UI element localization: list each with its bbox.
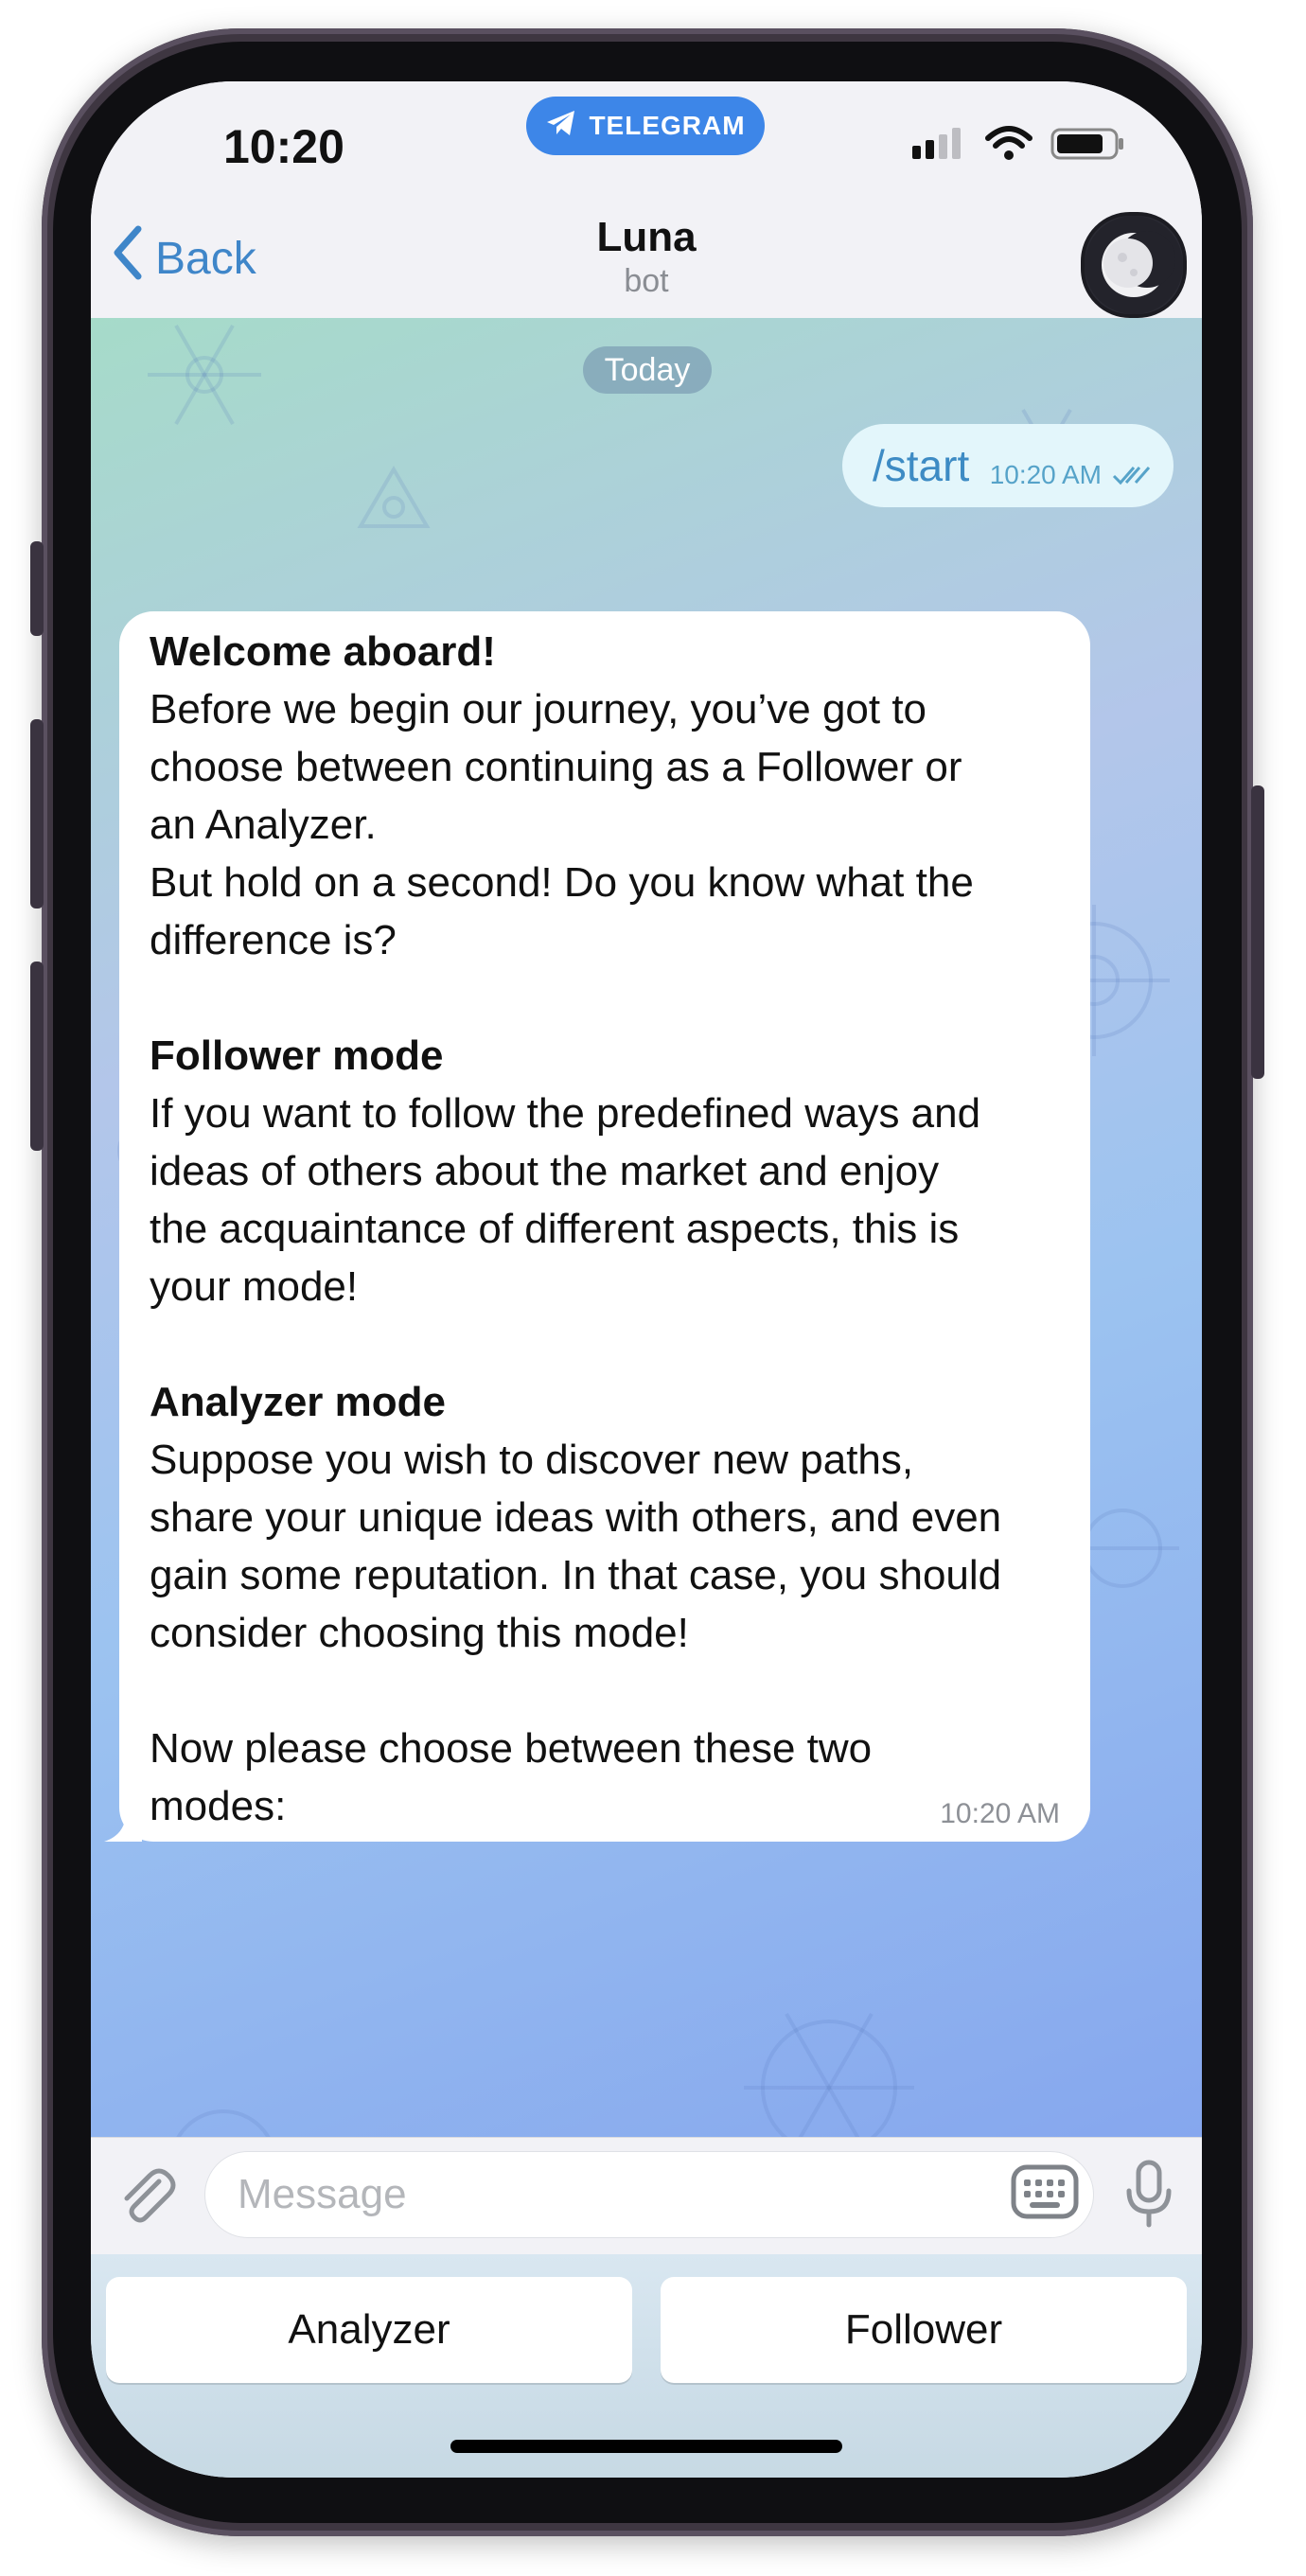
telegram-badge[interactable]: TELEGRAM [526, 97, 765, 155]
incoming-message[interactable]: Welcome aboard! Before we begin our journ… [119, 611, 1090, 1842]
status-time: 10:20 [223, 120, 344, 173]
message-line: Before we begin our journey, you’ve got … [150, 686, 927, 732]
incoming-message-body: Welcome aboard! Before we begin our journ… [150, 623, 1060, 1835]
phone-side-button [30, 541, 44, 636]
composer-bar [91, 2137, 1202, 2255]
chat-background: Today /start 10:20 AM Welcome aboard! Bef… [91, 318, 1202, 2137]
message-line: Suppose you wish to discover new paths, [150, 1437, 914, 1483]
telegram-plane-icon [545, 109, 577, 144]
outgoing-message-time: 10:20 AM [989, 460, 1102, 489]
microphone-icon[interactable] [1122, 2159, 1175, 2235]
message-line: an Analyzer. [150, 802, 377, 848]
home-indicator[interactable] [450, 2440, 842, 2453]
message-line: share your unique ideas with others, and… [150, 1494, 1002, 1541]
message-line [150, 1662, 1060, 1720]
screen: 10:20 TELEGRAM Back Luna bot Today /star… [91, 81, 1202, 2478]
message-line: If you want to follow the predefined way… [150, 1090, 981, 1137]
message-line: your mode! [150, 1263, 359, 1310]
signal-icon [910, 125, 967, 168]
bot-avatar[interactable] [1081, 212, 1187, 318]
analyzer-button[interactable]: Analyzer [106, 2277, 632, 2383]
message-line [150, 1315, 1060, 1373]
chat-title: Luna [596, 214, 697, 260]
message-heading: Analyzer mode [150, 1379, 446, 1425]
message-heading: Follower mode [150, 1032, 444, 1079]
message-line [150, 969, 1060, 1027]
wifi-icon [984, 125, 1033, 168]
paperclip-icon[interactable] [115, 2164, 180, 2233]
message-line: choose between continuing as a Follower … [150, 744, 962, 790]
phone-side-button [30, 962, 44, 1151]
message-line: modes: [150, 1783, 287, 1829]
message-line: difference is? [150, 917, 397, 963]
status-bar: 10:20 TELEGRAM [91, 81, 1202, 204]
keyboard-icon[interactable] [1011, 2164, 1079, 2224]
phone-side-button [1251, 785, 1264, 1079]
outgoing-message-text: /start [873, 441, 970, 490]
incoming-message-time: 10:20 AM [940, 1798, 1060, 1829]
message-heading: Welcome aboard! [150, 628, 496, 675]
message-line: the acquaintance of different aspects, t… [150, 1206, 960, 1252]
message-line: gain some reputation. In that case, you … [150, 1552, 1002, 1598]
follower-button[interactable]: Follower [661, 2277, 1187, 2383]
moon-avatar-icon [1085, 216, 1183, 314]
message-line: consider choosing this mode! [150, 1610, 689, 1656]
message-line: But hold on a second! Do you know what t… [150, 859, 974, 906]
chat-header: Back Luna bot [91, 204, 1202, 319]
outgoing-message[interactable]: /start 10:20 AM [842, 424, 1174, 507]
message-line: Now please choose between these two [150, 1725, 873, 1772]
message-line: ideas of others about the market and enj… [150, 1148, 940, 1194]
chat-subtitle: bot [624, 263, 669, 299]
status-icons [910, 125, 1126, 168]
telegram-badge-label: TELEGRAM [589, 111, 746, 140]
double-check-icon [1111, 463, 1153, 492]
phone-side-button [30, 719, 44, 909]
message-input[interactable] [204, 2151, 1094, 2238]
date-badge: Today [583, 346, 712, 394]
battery-icon [1050, 125, 1126, 168]
